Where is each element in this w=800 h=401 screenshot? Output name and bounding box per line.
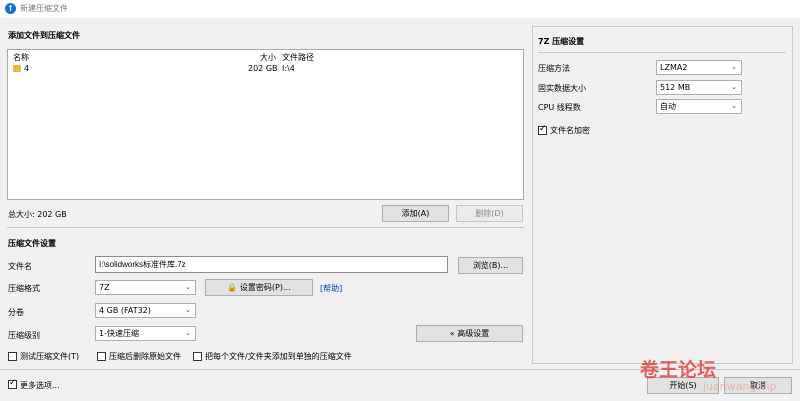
test-archive-checkbox[interactable] bbox=[8, 352, 17, 361]
chevron-down-icon: ⌄ bbox=[731, 102, 737, 110]
format-select[interactable]: 7Z ⌄ bbox=[95, 280, 196, 295]
delete-after-label[interactable]: 压缩后删除原始文件 bbox=[109, 351, 181, 362]
add-files-heading: 添加文件到压缩文件 bbox=[8, 31, 80, 40]
split-select[interactable]: 4 GB (FAT32) ⌄ bbox=[95, 303, 196, 318]
encrypt-filenames-label[interactable]: 文件名加密 bbox=[550, 125, 590, 136]
total-size: 总大小: 202 GB bbox=[8, 210, 67, 219]
method-select[interactable]: LZMA2 ⌄ bbox=[656, 60, 742, 75]
lock-icon: 🔒 bbox=[227, 283, 238, 292]
folder-icon bbox=[13, 65, 21, 72]
format-value: 7Z bbox=[99, 283, 110, 292]
app-logo-icon: ↑ bbox=[5, 3, 16, 14]
set-password-button[interactable]: 🔒 设置密码(P)... bbox=[205, 279, 313, 296]
cpu-threads-label: CPU 线程数 bbox=[538, 103, 581, 112]
level-label: 压缩级别 bbox=[8, 331, 40, 340]
delete-after-checkbox[interactable] bbox=[97, 352, 106, 361]
add-button[interactable]: 添加(A) bbox=[382, 205, 449, 222]
more-options-checkbox[interactable] bbox=[8, 378, 17, 389]
advanced-settings-button[interactable]: « 高级设置 bbox=[416, 325, 523, 342]
chevron-down-icon: ⌄ bbox=[731, 63, 737, 71]
more-options-label[interactable]: 更多选项... bbox=[20, 380, 60, 391]
chevron-down-icon: ⌄ bbox=[185, 283, 191, 291]
watermark-logo: 卷王论坛 bbox=[640, 359, 717, 381]
browse-button[interactable]: 浏览(B)... bbox=[458, 257, 523, 274]
level-select[interactable]: 1-快速压缩 ⌄ bbox=[95, 326, 196, 341]
method-label: 压缩方法 bbox=[538, 64, 570, 73]
list-item[interactable]: 4 202 GB I:\4 bbox=[8, 64, 523, 76]
filename-input[interactable] bbox=[95, 256, 448, 273]
solid-size-label: 固实数据大小 bbox=[538, 84, 586, 93]
watermark-url: juanwang.vip bbox=[703, 380, 777, 393]
column-header-path[interactable]: 文件路径 bbox=[282, 52, 314, 63]
file-size: 202 GB bbox=[248, 64, 278, 73]
method-value: LZMA2 bbox=[660, 63, 688, 72]
encrypt-filenames-checkbox[interactable] bbox=[538, 124, 547, 135]
sevenz-heading: 7Z 压缩设置 bbox=[538, 37, 585, 46]
cpu-threads-value: 自动 bbox=[660, 102, 676, 111]
column-header-size[interactable]: 大小 bbox=[260, 52, 276, 63]
chevron-down-icon: ⌄ bbox=[185, 329, 191, 337]
title-bar: ↑ 新建压缩文件 bbox=[0, 0, 800, 18]
chevron-down-icon: ⌄ bbox=[731, 83, 737, 91]
test-archive-label[interactable]: 测试压缩文件(T) bbox=[20, 351, 79, 362]
archive-settings-heading: 压缩文件设置 bbox=[8, 239, 56, 248]
set-password-label: 设置密码(P)... bbox=[239, 283, 291, 292]
chevron-down-icon: ⌄ bbox=[185, 306, 191, 314]
divider bbox=[7, 227, 524, 228]
level-value: 1-快速压缩 bbox=[99, 329, 139, 338]
solid-size-select[interactable]: 512 MB ⌄ bbox=[656, 80, 742, 95]
file-list[interactable]: 名称 大小 文件路径 4 202 GB I:\4 bbox=[7, 49, 524, 200]
separate-archive-label[interactable]: 把每个文件/文件夹添加到单独的压缩文件 bbox=[205, 351, 352, 362]
help-link[interactable]: [帮助] bbox=[320, 283, 342, 294]
format-label: 压缩格式 bbox=[8, 284, 40, 293]
file-path: I:\4 bbox=[282, 64, 295, 73]
window-title: 新建压缩文件 bbox=[20, 4, 68, 13]
delete-button[interactable]: 删除(D) bbox=[456, 205, 523, 222]
cpu-threads-select[interactable]: 自动 ⌄ bbox=[656, 99, 742, 114]
solid-size-value: 512 MB bbox=[660, 83, 691, 92]
sevenz-settings-panel: 7Z 压缩设置 压缩方法 LZMA2 ⌄ 固实数据大小 512 MB ⌄ CPU… bbox=[532, 26, 793, 364]
split-label: 分卷 bbox=[8, 308, 24, 317]
file-name: 4 bbox=[24, 64, 30, 73]
separate-archive-checkbox[interactable] bbox=[193, 352, 202, 361]
divider bbox=[538, 52, 786, 53]
split-value: 4 GB (FAT32) bbox=[99, 306, 151, 315]
column-header-name[interactable]: 名称 bbox=[13, 52, 29, 63]
filename-label: 文件名 bbox=[8, 262, 32, 271]
